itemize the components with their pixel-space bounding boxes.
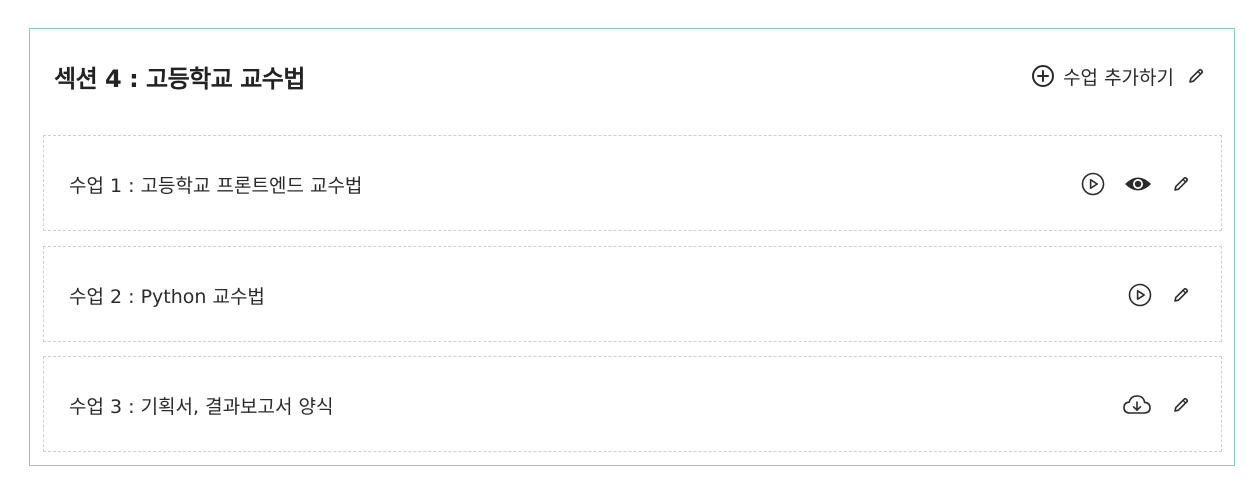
section-title: 섹션 4 : 고등학교 교수법 (54, 65, 305, 93)
pencil-icon[interactable] (1171, 395, 1191, 415)
add-lesson-button[interactable]: 수업 추가하기 (1031, 63, 1174, 90)
eye-icon[interactable] (1124, 174, 1152, 194)
lesson-title: 수업 2 : Python 교수법 (69, 286, 265, 308)
pencil-icon[interactable] (1186, 66, 1206, 86)
lesson-title: 수업 3 : 기획서, 결과보고서 양식 (69, 396, 334, 418)
lesson-row[interactable]: 수업 3 : 기획서, 결과보고서 양식 (43, 356, 1222, 452)
lesson-row[interactable]: 수업 2 : Python 교수법 (43, 246, 1222, 342)
pencil-icon[interactable] (1171, 285, 1191, 305)
lesson-actions (1081, 171, 1191, 197)
plus-circle-icon (1031, 64, 1055, 88)
lesson-actions (1122, 392, 1191, 418)
section-card: 섹션 4 : 고등학교 교수법 수업 추가하기 수업 1: 고등학교 프론트엔… (29, 28, 1235, 466)
pencil-icon[interactable] (1171, 174, 1191, 194)
lesson-title: 수업 1 : 고등학교 프론트엔드 교수법 (69, 175, 363, 197)
lesson-actions (1128, 282, 1191, 308)
cloud-download-icon[interactable] (1122, 394, 1152, 416)
lesson-row[interactable]: 수업 1 : 고등학교 프론트엔드 교수법 (43, 135, 1222, 231)
play-icon[interactable] (1081, 172, 1105, 196)
add-lesson-label: 수업 추가하기 (1063, 66, 1174, 89)
section-header: 섹션 4 : 고등학교 교수법 수업 추가하기 (30, 29, 1234, 123)
play-icon[interactable] (1128, 283, 1152, 307)
section-header-actions: 수업 추가하기 (1031, 62, 1206, 90)
